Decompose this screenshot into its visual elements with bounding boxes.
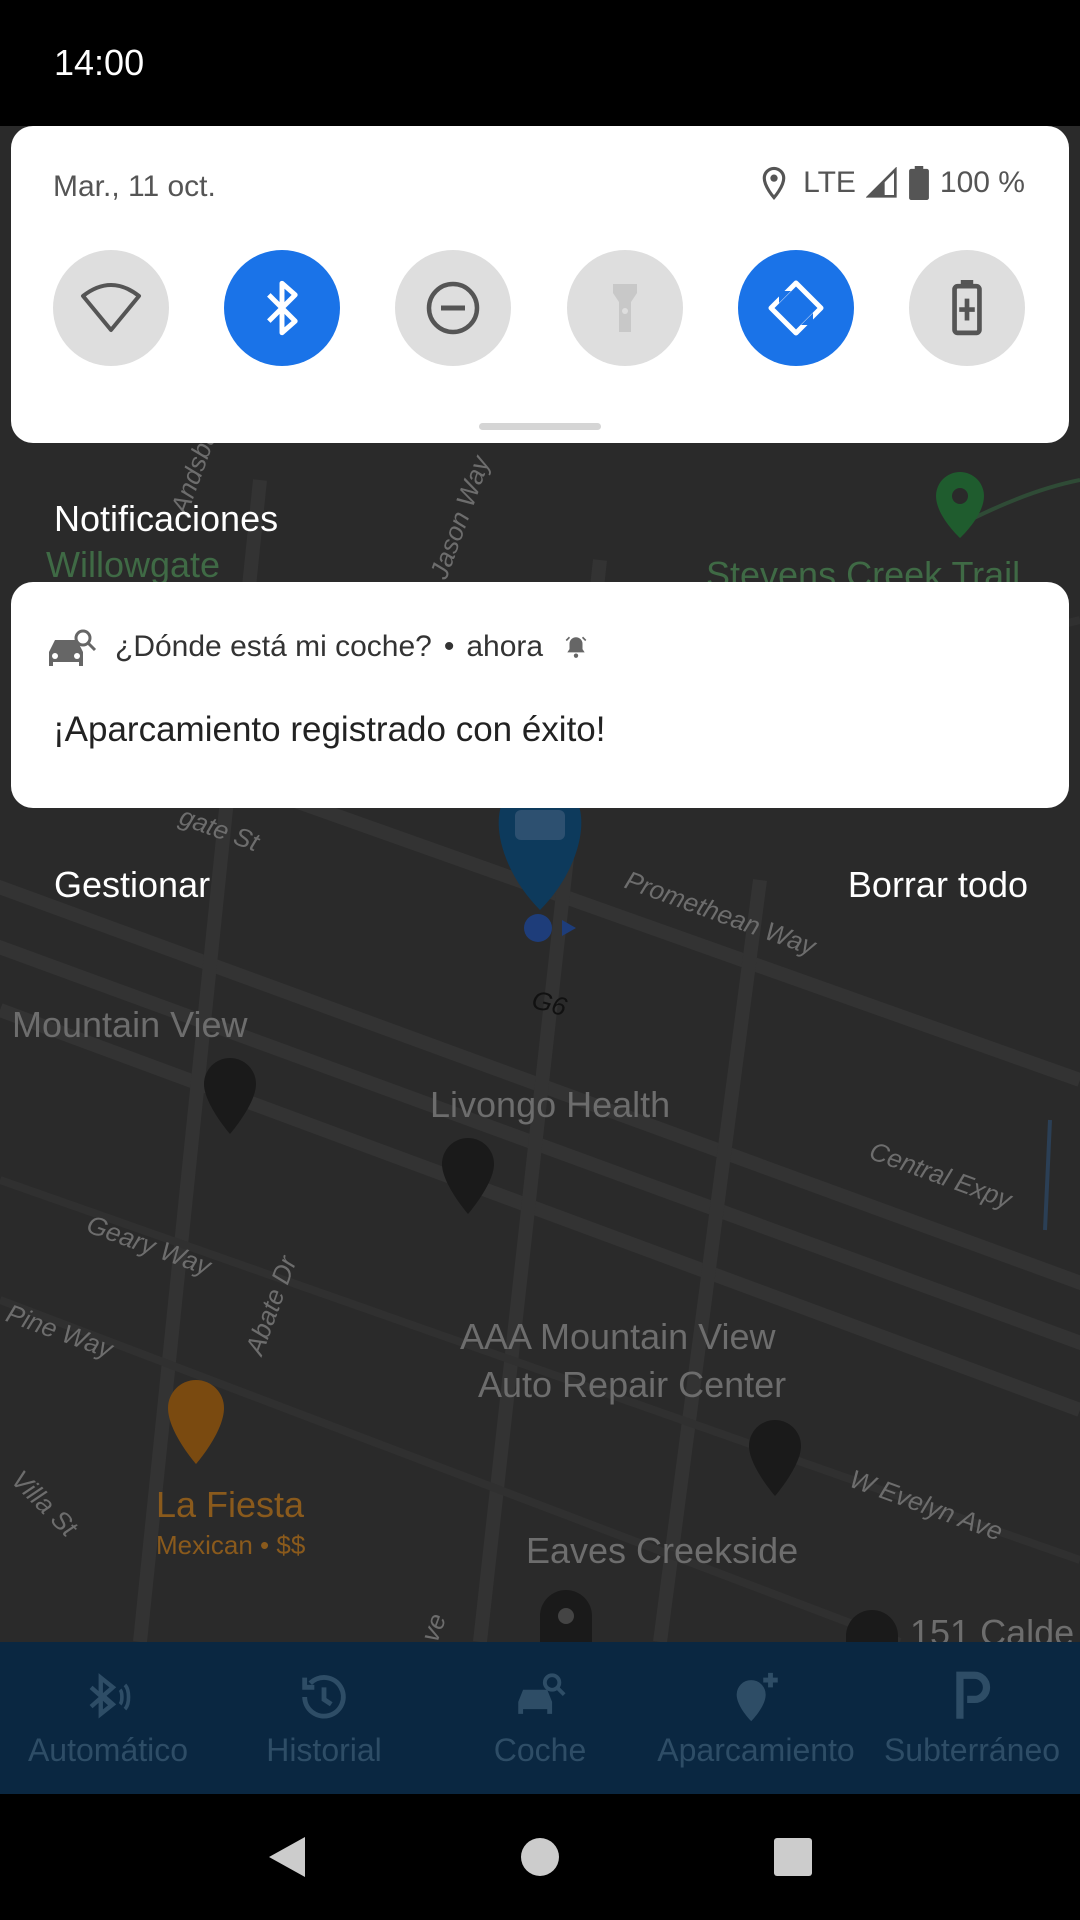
app-nav-label: Subterráneo bbox=[883, 1731, 1061, 1768]
qs-tiles bbox=[53, 250, 1025, 366]
home-button[interactable] bbox=[510, 1827, 570, 1887]
qs-status-icons: LTE 100 % bbox=[759, 166, 1025, 200]
qs-tile-wifi[interactable] bbox=[53, 250, 169, 366]
app-bottom-navigation: Automático Historial Coche Aparcamiento … bbox=[0, 1642, 1080, 1794]
battery-percent: 100 % bbox=[939, 166, 1025, 199]
notification-app-name: ¿Dónde está mi coche? bbox=[115, 630, 432, 663]
battery-icon bbox=[909, 166, 929, 200]
notification-card[interactable]: ¿Dónde está mi coche? • ahora ¡Aparcamie… bbox=[11, 582, 1069, 808]
app-nav-label: Automático bbox=[27, 1731, 189, 1768]
app-nav-coche[interactable]: Coche bbox=[432, 1642, 648, 1794]
recents-button[interactable] bbox=[763, 1827, 823, 1887]
map-label-la-fiesta: La Fiesta bbox=[156, 1484, 305, 1525]
qs-tile-bluetooth[interactable] bbox=[224, 250, 341, 366]
do-not-disturb-icon bbox=[427, 281, 480, 335]
map-label-mountain-view: Mountain View bbox=[12, 1004, 248, 1045]
battery-saver-icon bbox=[952, 280, 982, 336]
quick-settings-panel: Mar., 11 oct. LTE 100 % bbox=[11, 126, 1069, 443]
map-label-eaves: Eaves Creekside bbox=[526, 1530, 799, 1571]
bluetooth-auto-icon bbox=[89, 1672, 131, 1718]
app-nav-subterraneo[interactable]: Subterráneo bbox=[864, 1642, 1080, 1794]
parking-icon bbox=[956, 1671, 991, 1719]
add-location-icon bbox=[736, 1672, 778, 1721]
recents-icon bbox=[774, 1838, 813, 1876]
status-bar: 14:00 bbox=[0, 0, 1080, 126]
app-nav-label: Historial bbox=[266, 1731, 382, 1768]
map-label-aaa-line1: AAA Mountain View bbox=[460, 1316, 776, 1357]
signal-icon bbox=[865, 167, 897, 198]
history-icon bbox=[302, 1674, 346, 1719]
map-label-willowgate: Willowgate bbox=[46, 544, 221, 585]
map-label-aaa-line2: Auto Repair Center bbox=[478, 1364, 787, 1405]
app-nav-label: Aparcamiento bbox=[657, 1731, 855, 1768]
qs-tile-battery-saver[interactable] bbox=[908, 250, 1025, 366]
clear-all-button[interactable]: Borrar todo bbox=[848, 864, 1028, 906]
car-search-icon bbox=[49, 629, 97, 666]
app-nav-historial[interactable]: Historial bbox=[216, 1642, 432, 1794]
meta-separator: • bbox=[443, 630, 455, 663]
bluetooth-icon bbox=[267, 280, 298, 336]
alert-bell-icon bbox=[565, 636, 587, 658]
notification-time: ahora bbox=[466, 630, 544, 663]
qs-tile-flashlight[interactable] bbox=[566, 250, 683, 366]
qs-drag-handle[interactable] bbox=[479, 423, 601, 430]
wifi-icon bbox=[81, 283, 141, 332]
qs-tile-do-not-disturb[interactable] bbox=[395, 250, 512, 366]
qs-tile-auto-rotate[interactable] bbox=[737, 250, 854, 366]
notification-meta: ¿Dónde está mi coche? • ahora bbox=[115, 630, 589, 664]
network-type: LTE bbox=[803, 166, 856, 199]
map-label-livongo: Livongo Health bbox=[430, 1084, 671, 1125]
notifications-header: Notificaciones bbox=[54, 498, 279, 539]
manage-notifications-button[interactable]: Gestionar bbox=[54, 864, 210, 906]
qs-date[interactable]: Mar., 11 oct. bbox=[53, 170, 216, 204]
car-search-icon bbox=[518, 1672, 566, 1714]
back-icon bbox=[268, 1837, 305, 1877]
flashlight-icon bbox=[612, 284, 637, 332]
location-icon bbox=[762, 166, 786, 200]
app-nav-label: Coche bbox=[493, 1731, 587, 1768]
app-nav-aparcamiento[interactable]: Aparcamiento bbox=[648, 1642, 864, 1794]
status-time: 14:00 bbox=[54, 42, 145, 83]
auto-rotate-icon bbox=[768, 280, 824, 336]
app-nav-automatico[interactable]: Automático bbox=[0, 1642, 216, 1794]
notification-text: ¡Aparcamiento registrado con éxito! bbox=[53, 710, 606, 749]
map-label-calde: 151 Calde bbox=[910, 1612, 1075, 1642]
system-navigation-bar bbox=[0, 1794, 1080, 1920]
back-button[interactable] bbox=[257, 1827, 317, 1887]
map-label-la-fiesta-sub: Mexican • $$ bbox=[156, 1530, 306, 1560]
home-icon bbox=[520, 1838, 559, 1876]
